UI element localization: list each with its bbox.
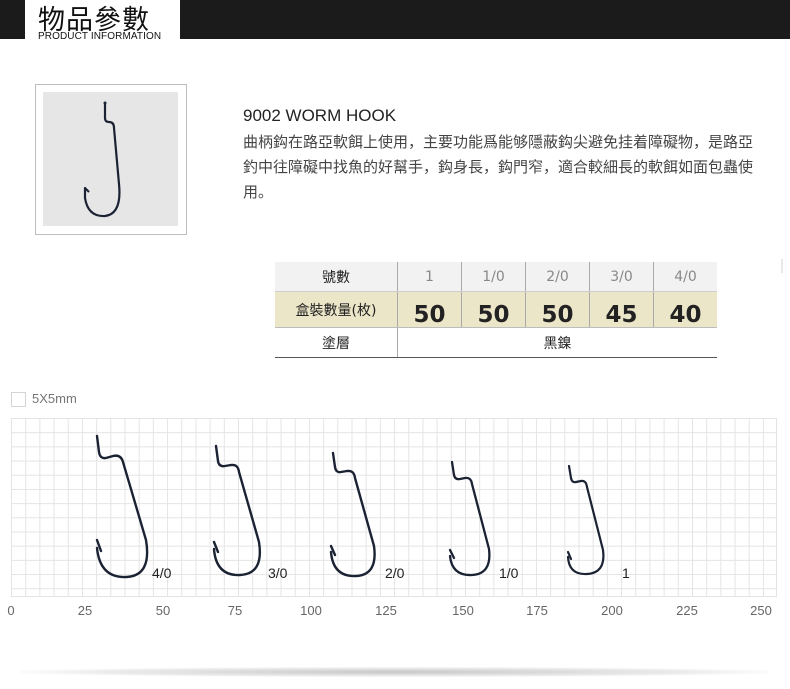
ruler-label: 150 bbox=[452, 603, 474, 618]
hook-size-label: 2/0 bbox=[385, 565, 405, 581]
hook-icon-3-0 bbox=[212, 444, 261, 577]
hook-icon-1 bbox=[566, 464, 605, 576]
ruler-label: 25 bbox=[77, 603, 93, 618]
ruler-label: 50 bbox=[155, 603, 171, 618]
hook-size-comparison bbox=[95, 434, 605, 579]
ruler-label: 0 bbox=[7, 603, 15, 618]
hook-size-label: 4/0 bbox=[152, 565, 172, 581]
hook-size-label: 1 bbox=[622, 565, 630, 581]
hook-icon-2-0 bbox=[329, 451, 376, 578]
ruler-label: 125 bbox=[375, 603, 397, 618]
ruler-label: 250 bbox=[750, 603, 772, 618]
hook-size-label: 3/0 bbox=[268, 565, 288, 581]
hook-icon-4-0 bbox=[95, 434, 149, 579]
hook-size-label: 1/0 bbox=[499, 565, 519, 581]
ruler-label: 100 bbox=[300, 603, 322, 618]
ruler-label: 175 bbox=[526, 603, 548, 618]
ruler-label: 75 bbox=[227, 603, 243, 618]
hook-icon-1-0 bbox=[448, 460, 491, 577]
ruler-label: 200 bbox=[601, 603, 623, 618]
footer-shadow bbox=[20, 667, 770, 677]
ruler-label: 225 bbox=[676, 603, 698, 618]
